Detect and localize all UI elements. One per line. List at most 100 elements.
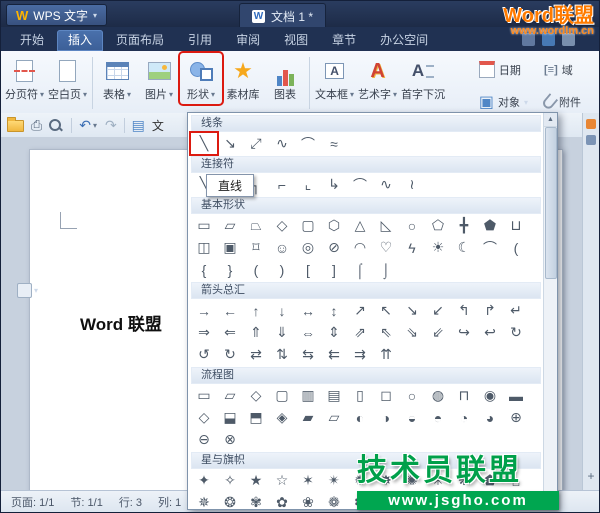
shape-item[interactable]: ↖ [373, 300, 399, 321]
shape-item[interactable]: [ [295, 259, 321, 280]
shape-item[interactable]: ✼ [373, 492, 399, 509]
shape-item[interactable]: ✻ [399, 492, 425, 509]
shape-item[interactable]: ⌒ [347, 174, 373, 195]
shape-item[interactable]: ↱ [477, 300, 503, 321]
ribbon-button-clipart[interactable]: ★ 素材库 [222, 53, 264, 104]
shape-item[interactable]: ⏢ [243, 215, 269, 236]
shape-item[interactable]: ↗ [347, 300, 373, 321]
ribbon-button-chart[interactable]: 图表 [264, 53, 306, 104]
undo-icon[interactable]: ↶ [79, 118, 91, 132]
sidebar-tool-icon[interactable] [586, 119, 596, 129]
sidebar-tool-icon[interactable] [586, 135, 596, 145]
tab-页面布局[interactable]: 页面布局 [105, 30, 175, 51]
ribbon-button-date[interactable]: 日期 [478, 61, 528, 78]
shape-item[interactable]: ⊓ [451, 385, 477, 406]
doc-icon[interactable]: ▤ [132, 118, 145, 132]
shape-item[interactable]: ╲ [191, 133, 217, 154]
shape-item[interactable]: ↵ [503, 300, 529, 321]
shape-item[interactable]: ▰ [295, 407, 321, 428]
shape-item[interactable]: ⌐ [269, 174, 295, 195]
shape-item[interactable]: ↻ [217, 344, 243, 365]
panel-scrollbar[interactable]: ▲ ▼ [543, 113, 557, 509]
shape-item[interactable]: ⬓ [217, 407, 243, 428]
shape-item[interactable]: ≈ [321, 133, 347, 154]
shape-item[interactable]: ▱ [217, 215, 243, 236]
scrollbar-thumb[interactable] [545, 127, 557, 279]
document-text[interactable]: Word 联盟 [80, 310, 162, 335]
shape-item[interactable]: △ [347, 215, 373, 236]
shape-item[interactable]: ( [243, 259, 269, 280]
shape-item[interactable]: ✶ [295, 470, 321, 491]
shape-item[interactable]: ✽ [347, 492, 373, 509]
shape-item[interactable]: } [217, 259, 243, 280]
shape-item[interactable]: ✴ [321, 470, 347, 491]
shape-item[interactable]: ⌒ [477, 237, 503, 258]
shape-item[interactable]: ⇐ [217, 322, 243, 343]
shape-item[interactable]: ▱ [217, 385, 243, 406]
shape-item[interactable]: ⇈ [373, 344, 399, 365]
shape-item[interactable]: ✾ [243, 492, 269, 509]
shape-item[interactable]: ↳ [321, 174, 347, 195]
shape-item[interactable]: ⌠ [347, 259, 373, 280]
shape-item[interactable]: ◇ [269, 215, 295, 236]
redo-icon[interactable]: ↷ [105, 118, 117, 132]
shape-item[interactable]: ✿ [269, 492, 295, 509]
shape-item[interactable]: ✹ [347, 470, 373, 491]
shape-item[interactable]: ] [321, 259, 347, 280]
shape-item[interactable]: ◫ [191, 237, 217, 258]
ribbon-button-picture[interactable]: 图片 ▾ [138, 53, 180, 104]
shape-item[interactable]: ◓ [425, 407, 451, 428]
shape-item[interactable]: ▯ [347, 385, 373, 406]
shape-item[interactable]: ⇘ [399, 322, 425, 343]
shape-item[interactable]: ✺ [399, 470, 425, 491]
shape-item[interactable]: ⊕ [503, 407, 529, 428]
shape-item[interactable]: ◠ [347, 237, 373, 258]
shape-item[interactable]: ⬡ [321, 215, 347, 236]
shape-item[interactable]: ⇓ [269, 322, 295, 343]
tab-插入[interactable]: 插入 [57, 30, 104, 51]
shape-item[interactable]: ⊗ [217, 429, 243, 450]
shape-item[interactable]: ↪ [451, 322, 477, 343]
shape-item[interactable]: ◐ [347, 407, 373, 428]
tab-视图[interactable]: 视图 [273, 30, 319, 51]
shape-item[interactable]: ✳ [425, 470, 451, 491]
shape-item[interactable]: ◇ [191, 407, 217, 428]
shape-item[interactable]: ◇ [243, 385, 269, 406]
shape-item[interactable]: ⊔ [503, 215, 529, 236]
shape-item[interactable]: ⇑ [243, 322, 269, 343]
shape-item[interactable]: ▤ [321, 385, 347, 406]
shape-item[interactable]: ⌞ [295, 174, 321, 195]
ribbon-button-page-break[interactable]: 分页符 ▾ [3, 53, 46, 104]
ribbon-button-table[interactable]: 表格 ▾ [96, 53, 138, 104]
shape-item[interactable]: ★ [243, 470, 269, 491]
document-tab[interactable]: W 文档 1 * [239, 3, 327, 28]
shape-item[interactable]: ◺ [373, 215, 399, 236]
shape-item[interactable]: ◎ [295, 237, 321, 258]
shape-item[interactable]: ⇆ [295, 344, 321, 365]
wps-menu-button[interactable]: W WPS 文字 ▾ [6, 4, 107, 26]
shape-item[interactable]: ◻ [373, 385, 399, 406]
shape-item[interactable]: ❂ [217, 492, 243, 509]
shape-item[interactable]: ⇙ [425, 322, 451, 343]
shape-item[interactable]: ⬠ [425, 215, 451, 236]
shape-item[interactable]: ◈ [269, 407, 295, 428]
shape-item[interactable]: ☺ [269, 237, 295, 258]
shape-item[interactable]: ○ [399, 215, 425, 236]
shape-item[interactable]: ⬒ [243, 407, 269, 428]
shape-item[interactable]: ≀ [399, 174, 425, 195]
collapse-ribbon-icon[interactable] [562, 33, 575, 46]
scroll-up-icon[interactable]: ▲ [544, 113, 557, 127]
margin-tool-button[interactable]: ▾ [17, 283, 38, 298]
shape-item[interactable]: ⇗ [347, 322, 373, 343]
shape-item[interactable]: { [191, 259, 217, 280]
shape-item[interactable]: ⌒ [295, 133, 321, 154]
shape-item[interactable]: ✸ [373, 470, 399, 491]
tab-开始[interactable]: 开始 [9, 30, 55, 51]
shape-item[interactable]: ↰ [451, 300, 477, 321]
shape-item[interactable]: ⇇ [321, 344, 347, 365]
shape-item[interactable]: ↔ [295, 300, 321, 321]
shape-item[interactable]: ⇄ [243, 344, 269, 365]
ribbon-button-wordart[interactable]: A 艺术字 ▾ [356, 53, 399, 104]
shape-item[interactable]: ▭ [191, 385, 217, 406]
shape-item[interactable]: ↕ [321, 300, 347, 321]
